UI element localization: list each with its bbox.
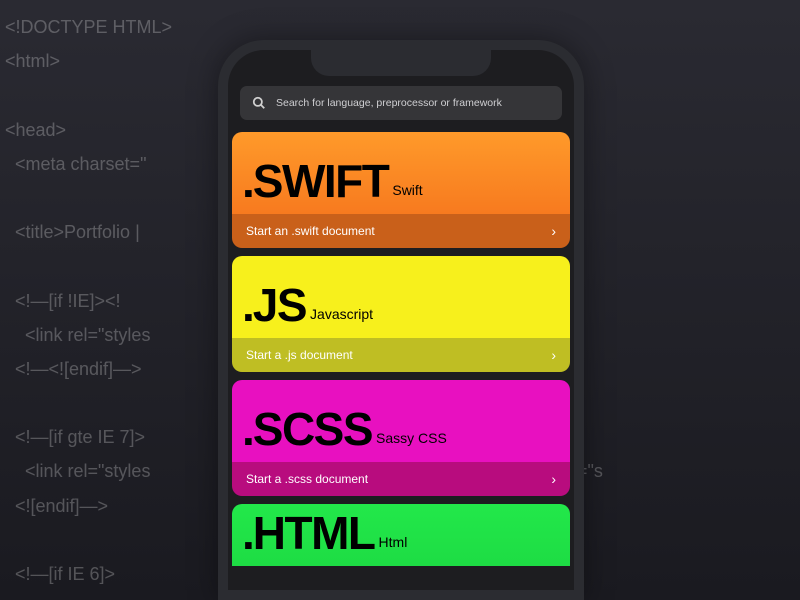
card-js-header: . JS Javascript xyxy=(232,256,570,338)
card-html-ext: HTML xyxy=(253,510,375,556)
language-card-list: . SWIFT Swift Start an .swift document ›… xyxy=(232,132,570,590)
card-scss-action-label: Start a .scss document xyxy=(246,472,368,486)
card-js-ext: JS xyxy=(253,282,306,328)
card-swift-lang: Swift xyxy=(392,182,422,198)
phone-frame: Search for language, preprocessor or fra… xyxy=(218,40,584,600)
card-html[interactable]: . HTML Html xyxy=(232,504,570,566)
card-scss-header: . SCSS Sassy CSS xyxy=(232,380,570,462)
chevron-right-icon: › xyxy=(551,471,556,487)
card-js-action[interactable]: Start a .js document › xyxy=(232,338,570,372)
search-input[interactable]: Search for language, preprocessor or fra… xyxy=(240,86,562,120)
card-scss[interactable]: . SCSS Sassy CSS Start a .scss document … xyxy=(232,380,570,496)
chevron-right-icon: › xyxy=(551,347,556,363)
card-swift[interactable]: . SWIFT Swift Start an .swift document › xyxy=(232,132,570,248)
phone-notch xyxy=(311,50,491,76)
card-js-lang: Javascript xyxy=(310,306,373,322)
card-html-lang: Html xyxy=(379,534,408,550)
search-icon xyxy=(252,96,266,110)
chevron-right-icon: › xyxy=(551,223,556,239)
card-scss-ext: SCSS xyxy=(253,406,372,452)
card-html-header: . HTML Html xyxy=(232,504,570,566)
card-swift-ext: SWIFT xyxy=(253,158,389,204)
card-js-action-label: Start a .js document xyxy=(246,348,353,362)
card-js[interactable]: . JS Javascript Start a .js document › xyxy=(232,256,570,372)
phone-screen: Search for language, preprocessor or fra… xyxy=(228,50,574,590)
card-swift-header: . SWIFT Swift xyxy=(232,132,570,214)
card-scss-lang: Sassy CSS xyxy=(376,430,447,446)
card-swift-action[interactable]: Start an .swift document › xyxy=(232,214,570,248)
card-scss-action[interactable]: Start a .scss document › xyxy=(232,462,570,496)
card-swift-action-label: Start an .swift document xyxy=(246,224,375,238)
search-placeholder: Search for language, preprocessor or fra… xyxy=(276,97,502,109)
